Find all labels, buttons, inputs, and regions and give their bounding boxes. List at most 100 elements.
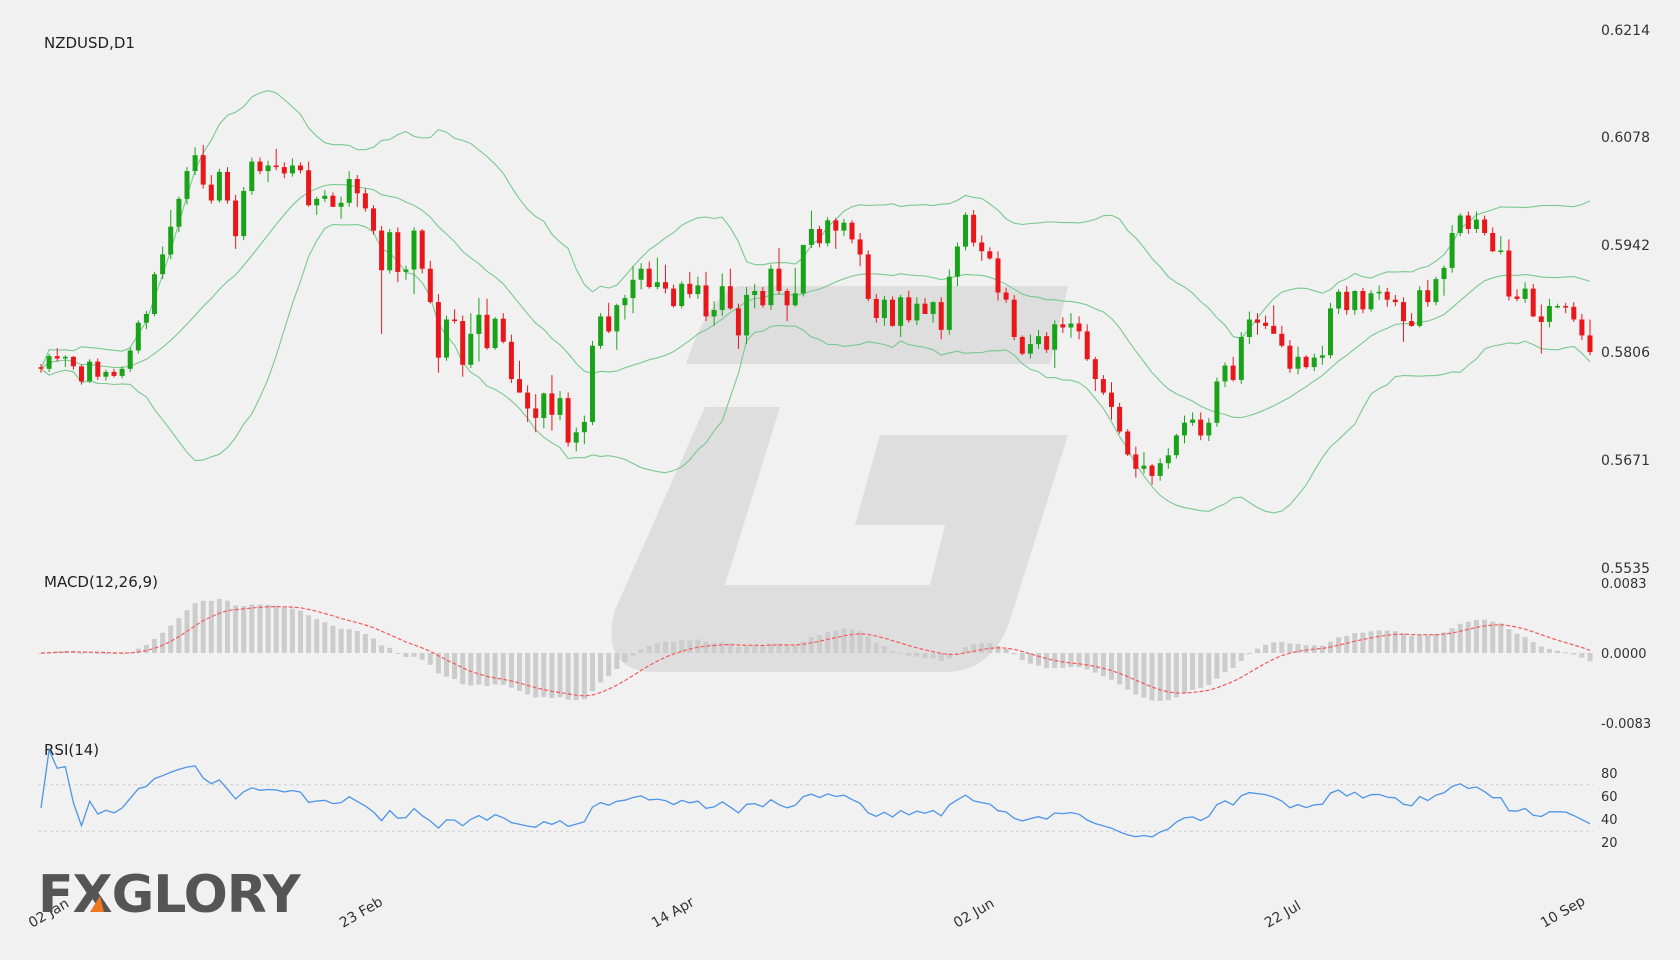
macd-bar [281, 607, 287, 653]
candle [1409, 313, 1415, 327]
candle-body [1084, 331, 1090, 360]
macd-bar [1271, 642, 1277, 653]
candle-body [695, 285, 701, 295]
macd-bar [362, 634, 368, 653]
macd-bar [744, 646, 750, 653]
macd-bar [906, 653, 912, 656]
candle-body [784, 291, 790, 306]
macd-bar [273, 605, 279, 653]
chart-canvas: NZDUSD,D1 MACD(12,26,9) RSI(14) 0.6214 0… [26, 23, 1651, 932]
x-tick: 14 Apr [649, 894, 697, 931]
candle-body [419, 230, 425, 269]
macd-bar [192, 603, 198, 653]
watermark [611, 286, 1068, 672]
candle [833, 217, 839, 249]
macd-bar [1263, 644, 1269, 653]
macd-bar [573, 653, 579, 701]
candle [1336, 289, 1342, 314]
rsi-tick: 20 [1601, 836, 1618, 851]
candle-body [1392, 299, 1398, 303]
candle-body [865, 254, 871, 299]
macd-bar [419, 653, 425, 660]
candle [1206, 417, 1212, 441]
candle-body [914, 303, 920, 321]
macd-bar [1530, 642, 1536, 653]
candle-body [192, 155, 198, 172]
price-tick: 0.6078 [1601, 130, 1650, 146]
macd-bar [395, 653, 401, 654]
candle [289, 158, 295, 177]
candle-body [1538, 316, 1544, 322]
candle-body [111, 371, 117, 376]
candle [841, 218, 847, 237]
candle-body [1433, 279, 1439, 303]
macd-bar [695, 639, 701, 653]
candle-body [1182, 422, 1187, 436]
candle-body [249, 161, 255, 191]
candle-body [1409, 321, 1415, 326]
candle [1392, 294, 1398, 307]
macd-bar [265, 604, 271, 653]
candle [1052, 320, 1058, 368]
rsi-tick: 60 [1601, 790, 1618, 805]
macd-bar [233, 605, 239, 653]
candle [1100, 375, 1106, 395]
macd-bar [1222, 653, 1228, 673]
macd-bar [508, 653, 514, 688]
macd-bar [346, 629, 352, 653]
candle [492, 317, 498, 350]
candle-body [663, 282, 668, 289]
candle-body [1190, 419, 1196, 423]
candle [695, 276, 701, 299]
candle [1019, 335, 1025, 356]
candle-body [922, 303, 928, 314]
candle [679, 281, 685, 309]
candle-body [946, 276, 952, 330]
candle-body [1449, 233, 1455, 268]
candle-body [500, 318, 506, 342]
candle-body [833, 220, 839, 231]
candle-body [492, 318, 498, 349]
candle-body [1117, 406, 1123, 432]
macd-bar [1173, 653, 1179, 698]
candle [330, 192, 336, 207]
candle-body [565, 398, 571, 443]
macd-bar [1060, 653, 1066, 668]
macd-bar [476, 653, 482, 685]
candle-body [184, 171, 190, 199]
macd-bar [1579, 653, 1585, 658]
candle [987, 247, 993, 260]
candle-body [1019, 337, 1025, 354]
candle-body [1157, 463, 1163, 476]
macd-bar [671, 641, 677, 653]
candle-body [679, 283, 685, 306]
candle-body [281, 167, 287, 174]
macd-bar [1100, 653, 1106, 677]
macd-bar [249, 604, 255, 653]
candle [70, 356, 76, 370]
candle-body [233, 200, 239, 237]
candle [946, 269, 952, 335]
candle [192, 147, 198, 176]
macd-bar [1522, 637, 1528, 653]
candle-body [322, 195, 328, 199]
macd-bar [1003, 648, 1009, 653]
macd-bar [1044, 653, 1050, 669]
candle-body [1546, 306, 1552, 322]
x-tick: 02 Jun [951, 896, 997, 932]
candle-body [1255, 319, 1260, 323]
candle-body [273, 165, 279, 168]
candle-body [176, 198, 182, 227]
macd-bar [995, 646, 1001, 653]
candle-body [70, 356, 76, 367]
macd-bar [452, 653, 458, 679]
candle-body [873, 298, 879, 318]
candle-body [1376, 291, 1382, 294]
candle-body [1125, 431, 1131, 455]
candle [663, 264, 668, 294]
macd-bar [1360, 632, 1366, 653]
macd-bar [752, 645, 758, 653]
candle [1165, 448, 1171, 469]
candle [1173, 433, 1179, 459]
candle [62, 355, 68, 368]
